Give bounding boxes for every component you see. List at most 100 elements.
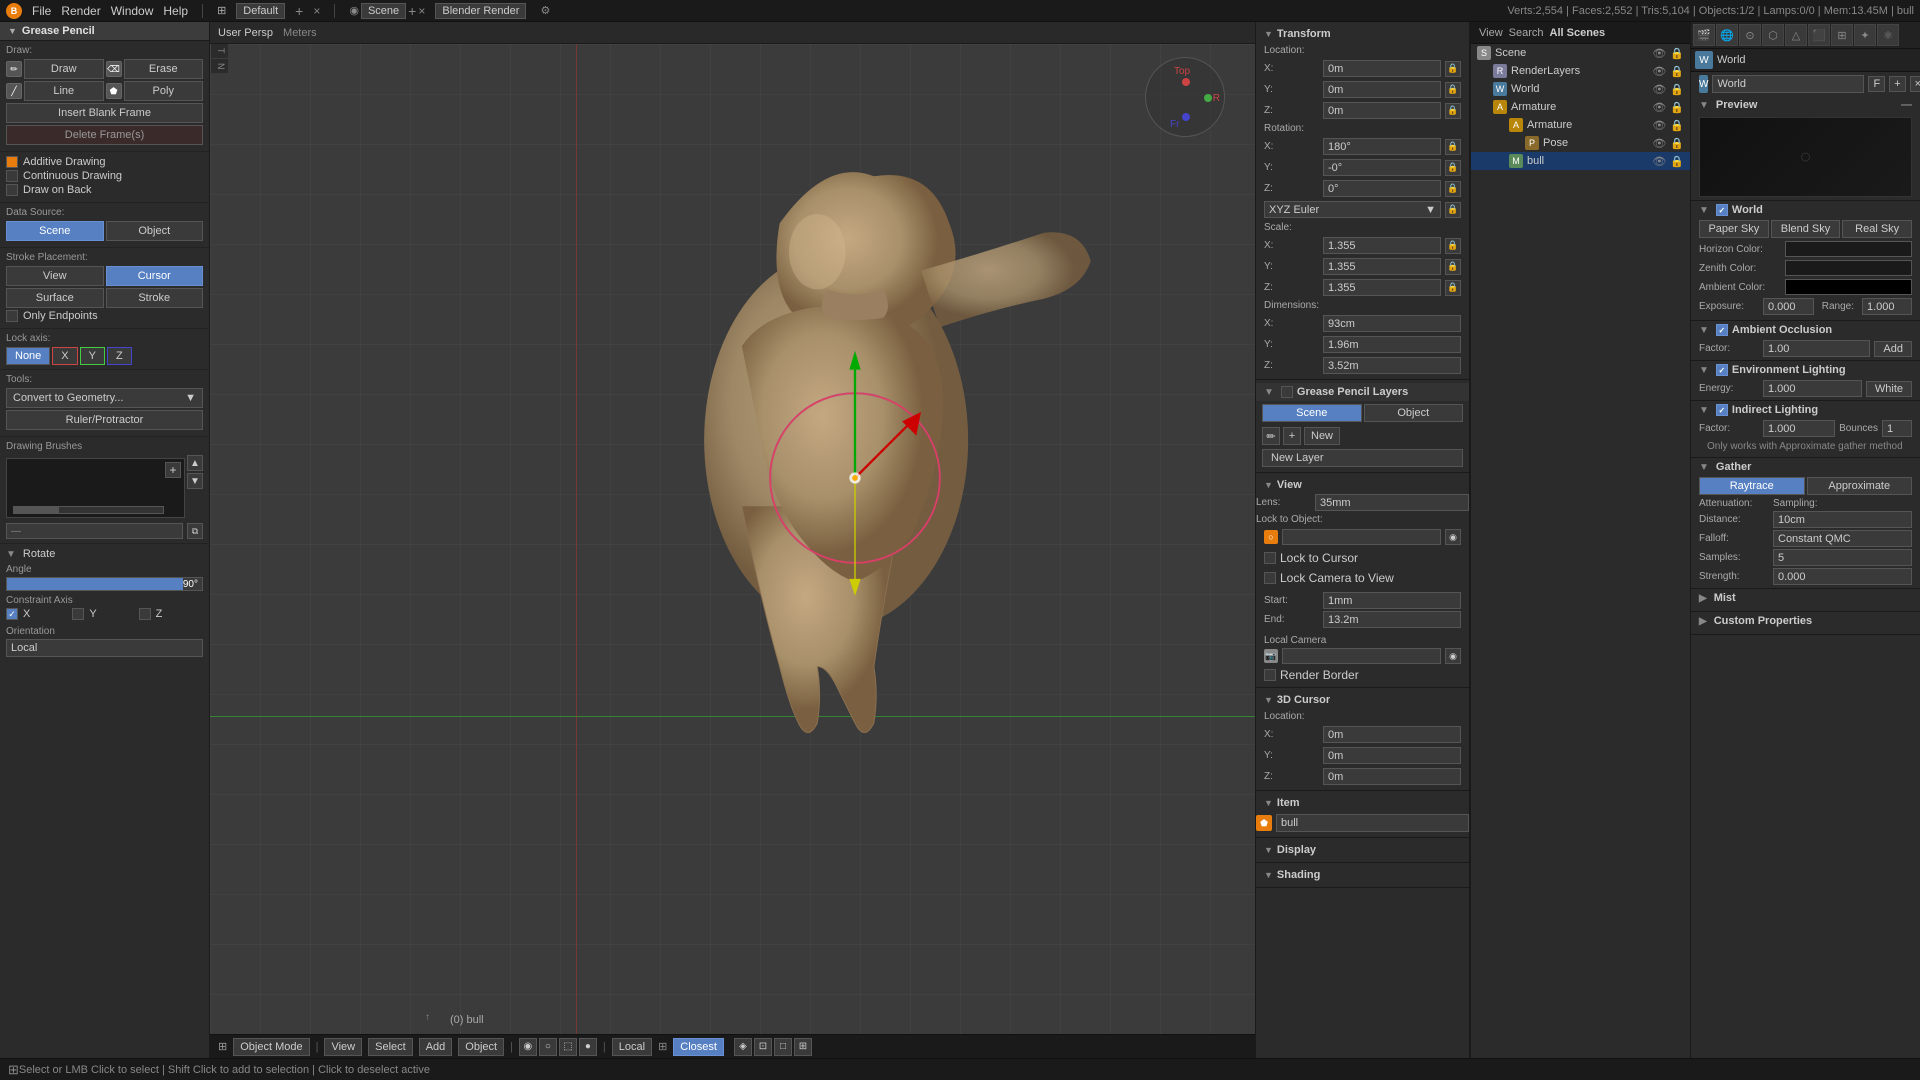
- select-menu-button[interactable]: Select: [368, 1038, 413, 1056]
- outliner-pose-item[interactable]: P Pose 👁 🔒: [1471, 134, 1690, 152]
- editor-type-icon[interactable]: ⊞: [217, 4, 226, 17]
- object-mode-button[interactable]: Object Mode: [233, 1038, 309, 1056]
- indirect-check[interactable]: ✓: [1716, 404, 1728, 416]
- continuous-drawing-checkbox[interactable]: [6, 170, 18, 182]
- env-white-button[interactable]: White: [1866, 381, 1912, 397]
- scene-eye-icon[interactable]: 👁: [1652, 47, 1666, 60]
- cursor-x-input[interactable]: 0m: [1323, 726, 1461, 743]
- loc-y-lock[interactable]: 🔒: [1445, 82, 1461, 98]
- approximate-button[interactable]: Approximate: [1807, 477, 1913, 495]
- help-menu[interactable]: Help: [163, 4, 188, 18]
- properties-tab[interactable]: N: [210, 59, 228, 74]
- samples-input[interactable]: 5: [1773, 549, 1912, 566]
- bull-eye-icon[interactable]: 👁: [1652, 155, 1666, 168]
- world-close-button[interactable]: ×: [1910, 76, 1920, 92]
- armature-child-eye-icon[interactable]: 👁: [1652, 119, 1666, 132]
- gpl-scene-tab[interactable]: Scene: [1262, 404, 1362, 422]
- preview-toggle[interactable]: —: [1901, 99, 1912, 111]
- dim-y-input[interactable]: 1.96m: [1323, 336, 1461, 353]
- strength-input[interactable]: 0.000: [1773, 568, 1912, 585]
- gpl-new-button[interactable]: New: [1304, 427, 1340, 445]
- file-menu[interactable]: File: [32, 4, 51, 18]
- gather-arrow[interactable]: ▼: [1699, 462, 1709, 473]
- physics-settings-icon[interactable]: ⚛: [1877, 24, 1899, 46]
- env-arrow[interactable]: ▼: [1699, 365, 1709, 376]
- brush-up-button[interactable]: ▲: [187, 455, 203, 471]
- scale-x-input[interactable]: 1.355: [1323, 237, 1441, 254]
- real-sky-button[interactable]: Real Sky: [1842, 220, 1912, 238]
- angle-bar[interactable]: 90°: [6, 577, 203, 591]
- range-input[interactable]: 1.000: [1862, 298, 1912, 315]
- wireframe-button[interactable]: ⬚: [559, 1038, 577, 1056]
- scene-lock-icon[interactable]: 🔒: [1670, 47, 1684, 60]
- scene-selector[interactable]: Scene: [361, 3, 406, 19]
- outliner-scene-item[interactable]: S Scene 👁 🔒: [1471, 44, 1690, 62]
- tools-tab[interactable]: T: [210, 44, 228, 58]
- delete-frames-button[interactable]: Delete Frame(s): [6, 125, 203, 145]
- world-eye-icon[interactable]: 👁: [1652, 83, 1666, 96]
- cursor-y-input[interactable]: 0m: [1323, 747, 1461, 764]
- brush-settings-button[interactable]: ⧉: [187, 523, 203, 539]
- loc-x-input[interactable]: 0m: [1323, 60, 1441, 77]
- scale-y-lock[interactable]: 🔒: [1445, 259, 1461, 275]
- scene-add-icon[interactable]: +: [408, 3, 416, 19]
- gpl-arrow[interactable]: ▼: [1264, 387, 1274, 398]
- zenith-color-swatch[interactable]: [1785, 260, 1912, 276]
- window-menu[interactable]: Window: [111, 4, 154, 18]
- preview-arrow[interactable]: ▼: [1699, 100, 1709, 111]
- nav-z-dot[interactable]: [1182, 113, 1190, 121]
- cursor-z-input[interactable]: 0m: [1323, 768, 1461, 785]
- line-button[interactable]: Line: [24, 81, 104, 101]
- texture-settings-icon[interactable]: ⊞: [1831, 24, 1853, 46]
- axis-y-button[interactable]: Y: [80, 347, 105, 365]
- distance-input[interactable]: 10cm: [1773, 511, 1912, 528]
- rot-z-lock[interactable]: 🔒: [1445, 181, 1461, 197]
- loc-z-lock[interactable]: 🔒: [1445, 103, 1461, 119]
- rot-y-input[interactable]: -0°: [1323, 159, 1441, 176]
- only-endpoints-checkbox[interactable]: [6, 310, 18, 322]
- grease-pencil-arrow[interactable]: ▼: [8, 26, 17, 36]
- env-energy-input[interactable]: 1.000: [1763, 380, 1862, 397]
- ao-arrow[interactable]: ▼: [1699, 325, 1709, 336]
- horizon-color-swatch[interactable]: [1785, 241, 1912, 257]
- layout-selector[interactable]: Default: [236, 3, 285, 19]
- data-source-object-button[interactable]: Object: [106, 221, 204, 241]
- ruler-protractor-button[interactable]: Ruler/Protractor: [6, 410, 203, 430]
- scene-close-icon[interactable]: ×: [418, 4, 425, 18]
- rot-x-lock[interactable]: 🔒: [1445, 139, 1461, 155]
- world-fake-user-button[interactable]: F: [1868, 76, 1885, 92]
- gpl-object-tab[interactable]: Object: [1364, 404, 1464, 422]
- renderlayers-eye-icon[interactable]: 👁: [1652, 65, 1666, 78]
- vp-icon-2[interactable]: ⊡: [754, 1038, 772, 1056]
- rot-y-lock[interactable]: 🔒: [1445, 160, 1461, 176]
- world-lock-icon[interactable]: 🔒: [1670, 83, 1684, 96]
- vp-icon-3[interactable]: □: [774, 1038, 792, 1056]
- viewport[interactable]: User Persp Meters: [210, 22, 1255, 1058]
- item-name-input[interactable]: [1276, 814, 1469, 832]
- add-menu-button[interactable]: Add: [419, 1038, 453, 1056]
- display-arrow[interactable]: ▼: [1264, 845, 1273, 855]
- world-name-input[interactable]: [1712, 75, 1864, 93]
- gpl-pencil-icon[interactable]: ✏: [1262, 427, 1280, 445]
- constraint-y-checkbox[interactable]: [72, 608, 84, 620]
- bounces-input[interactable]: 1: [1882, 420, 1912, 437]
- outliner-bull-item[interactable]: M bull 👁 🔒: [1471, 152, 1690, 170]
- nav-x-dot[interactable]: [1182, 78, 1190, 86]
- gpl-add-icon[interactable]: +: [1283, 427, 1301, 445]
- surface-button[interactable]: Surface: [6, 288, 104, 308]
- lock-object-btn[interactable]: ◉: [1445, 529, 1461, 545]
- armature-eye-icon[interactable]: 👁: [1652, 101, 1666, 114]
- clip-end-input[interactable]: 13.2m: [1323, 611, 1461, 628]
- brush-size-slider[interactable]: [13, 506, 164, 514]
- dim-x-input[interactable]: 93cm: [1323, 315, 1461, 332]
- object-settings-icon[interactable]: ⬡: [1762, 24, 1784, 46]
- constraint-z-checkbox[interactable]: [139, 608, 151, 620]
- blender-icon[interactable]: B: [6, 3, 22, 19]
- loc-z-input[interactable]: 0m: [1323, 102, 1441, 119]
- item-arrow[interactable]: ▼: [1264, 798, 1273, 808]
- particles-settings-icon[interactable]: ✦: [1854, 24, 1876, 46]
- scale-z-input[interactable]: 1.355: [1323, 279, 1441, 296]
- brush-name-field[interactable]: —: [6, 523, 183, 539]
- lens-input[interactable]: 35mm: [1315, 494, 1469, 511]
- brush-down-button[interactable]: ▼: [187, 473, 203, 489]
